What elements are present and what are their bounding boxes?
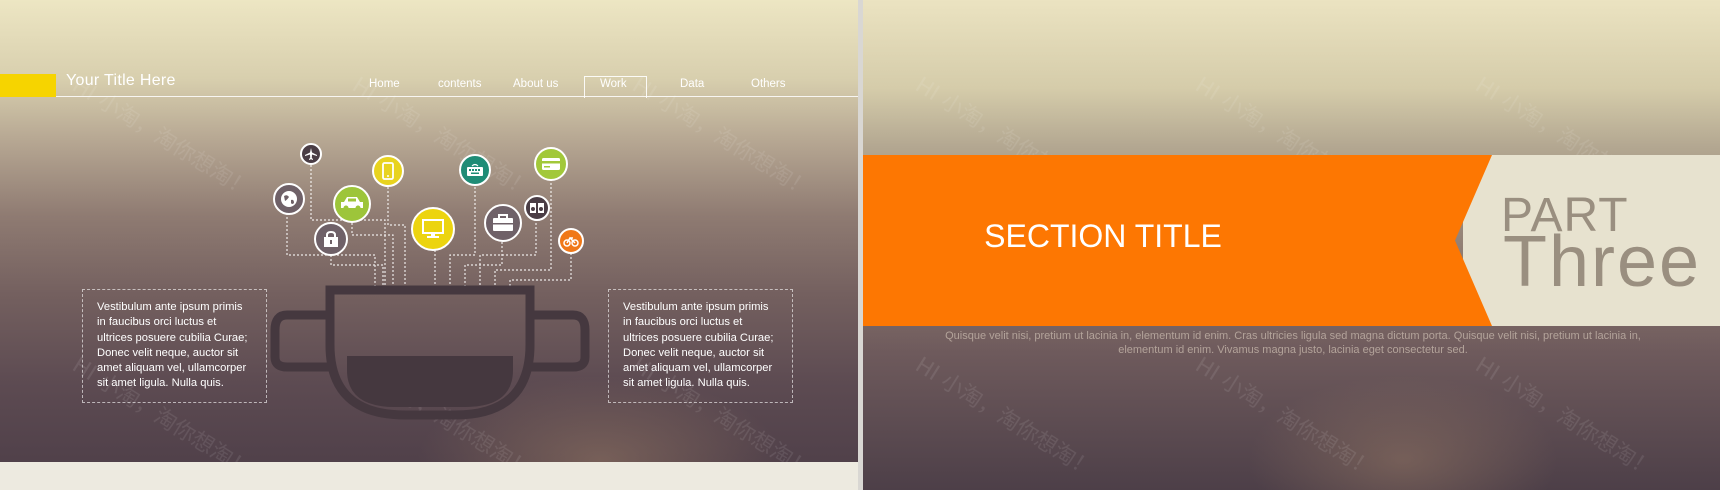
nav-item-data[interactable]: Data [680,78,704,90]
nav-item-home[interactable]: Home [369,78,400,90]
watermark: HI 小淘，淘你想淘！ [910,352,1099,484]
nav-item-work[interactable]: Work [600,78,627,90]
briefcase-icon [484,204,522,242]
nav-item-contents[interactable]: contents [438,78,481,90]
monitor-icon [411,207,455,251]
right-text-box: Vestibulum ante ipsum primis in faucibus… [608,289,793,403]
slide-footer-strip [0,462,858,490]
site-title: Your Title Here [66,72,176,89]
credit-card-icon [534,147,568,181]
pot-fill [347,356,513,407]
header-divider [56,96,858,97]
part-number: Three [1503,222,1702,302]
nav-item-others[interactable]: Others [751,78,786,90]
left-text-box: Vestibulum ante ipsum primis in faucibus… [82,289,267,403]
speaker-icon [524,195,550,221]
watermark: HI 小淘，淘你想淘！ [627,72,816,204]
lock-icon [314,222,348,256]
watermark: HI 小淘，淘你想淘！ [1190,352,1379,484]
airplane-icon [300,143,322,165]
globe-icon [273,183,305,215]
slide-section: HI 小淘，淘你想淘！ HI 小淘，淘你想淘！ HI 小淘，淘你想淘！ HI 小… [863,0,1720,490]
section-title: SECTION TITLE [984,218,1222,254]
phone-icon [372,155,404,187]
slide-work: HI 小淘，淘你想淘！ HI 小淘，淘你想淘！ HI 小淘，淘你想淘！ HI 小… [0,0,858,490]
bicycle-icon [558,228,584,254]
nav-item-about-us[interactable]: About us [513,78,558,90]
section-body-text: Quisque velit nisi, pretium ut lacinia i… [945,330,1641,356]
car-icon [333,185,371,223]
watermark: HI 小淘，淘你想淘！ [1470,352,1659,484]
keyboard-icon [459,154,491,186]
title-accent-bar [0,74,56,97]
